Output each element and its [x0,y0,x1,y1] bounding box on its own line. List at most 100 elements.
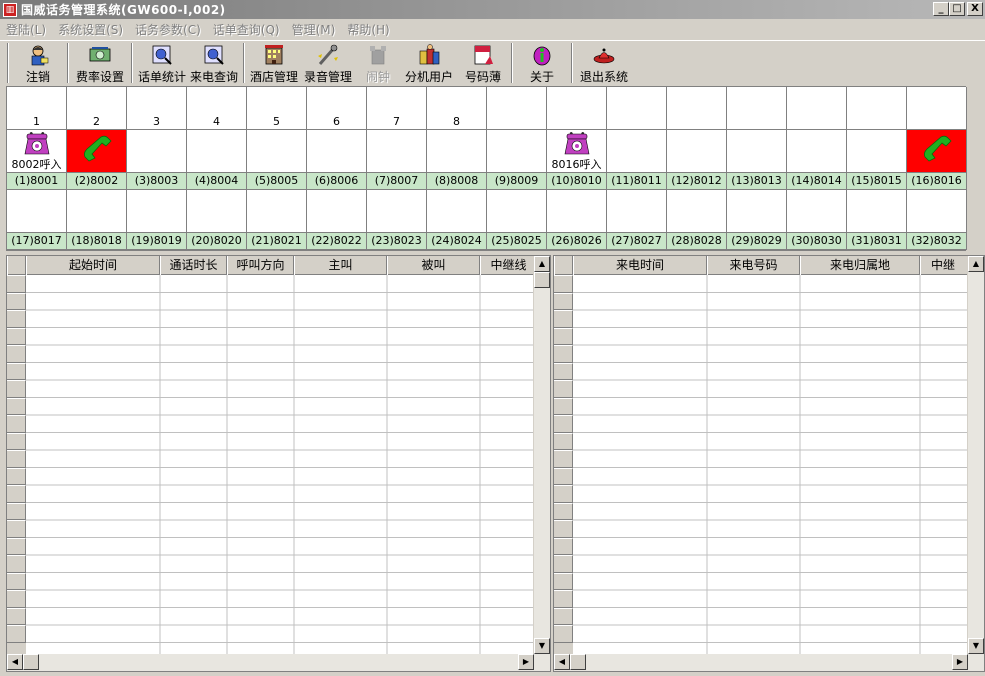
row-header[interactable] [554,362,573,380]
row-header[interactable] [7,537,26,555]
vertical-scrollbar[interactable]: ▲ ▼ [967,256,984,654]
extension-cell[interactable]: (22)8022 [307,190,367,250]
alarm-button[interactable]: 闹钟 [356,41,400,85]
trunk-cell[interactable] [547,87,607,130]
menu-login[interactable]: 登陆(L) [0,21,52,38]
row-header[interactable] [554,625,573,643]
trunk-cell[interactable] [607,87,667,130]
hotel-manage-button[interactable]: 酒店管理 [248,41,300,85]
row-header[interactable] [554,380,573,398]
row-header[interactable] [7,275,26,293]
close-button[interactable]: X [967,2,983,16]
trunk-cell[interactable] [487,87,547,130]
extension-cell[interactable]: (19)8019 [127,190,187,250]
extension-cell[interactable]: (9)8009 [487,130,547,190]
trunk-cell[interactable] [907,87,967,130]
extension-cell[interactable]: (26)8026 [547,190,607,250]
extension-cell[interactable]: (23)8023 [367,190,427,250]
phonebook-button[interactable]: 号码薄 [458,41,508,85]
horizontal-scrollbar[interactable]: ◀ ▶ [554,654,984,671]
col-callee[interactable]: 被叫 [387,256,480,275]
extension-cell[interactable]: (7)8007 [367,130,427,190]
extension-cell[interactable]: 8002呼入 (1)8001 [7,130,67,190]
row-header[interactable] [554,555,573,573]
row-header[interactable] [7,625,26,643]
row-header[interactable] [7,415,26,433]
row-header[interactable] [7,292,26,310]
vertical-scrollbar[interactable]: ▲ ▼ [533,256,550,654]
row-header[interactable] [7,590,26,608]
col-start-time[interactable]: 起始时间 [26,256,160,275]
extension-cell[interactable]: (16)8016 [907,130,967,190]
row-header[interactable] [554,345,573,363]
about-button[interactable]: 关于 [516,41,568,85]
trunk-cell[interactable]: 5 [247,87,307,130]
row-header[interactable] [7,397,26,415]
row-header[interactable] [7,362,26,380]
extension-cell[interactable]: (17)8017 [7,190,67,250]
extension-cell[interactable]: (8)8008 [427,130,487,190]
row-header[interactable] [7,485,26,503]
col-duration[interactable]: 通话时长 [160,256,227,275]
col-incoming-time[interactable]: 来电时间 [573,256,707,275]
trunk-cell[interactable]: 4 [187,87,247,130]
row-header[interactable] [7,607,26,625]
col-caller[interactable]: 主叫 [294,256,387,275]
extension-cell[interactable]: 8016呼入 (10)8010 [547,130,607,190]
extension-cell[interactable]: (5)8005 [247,130,307,190]
extension-cell[interactable]: (18)8018 [67,190,127,250]
extension-cell[interactable]: (6)8006 [307,130,367,190]
bill-stats-button[interactable]: 话单统计 [136,41,188,85]
row-header[interactable] [554,292,573,310]
scroll-left-arrow-icon[interactable]: ◀ [7,654,23,670]
row-header[interactable] [554,327,573,345]
maximize-button[interactable]: □ [949,2,965,16]
menu-bill-query[interactable]: 话单查询(Q) [207,21,286,38]
trunk-cell[interactable]: 7 [367,87,427,130]
trunk-cell[interactable]: 3 [127,87,187,130]
extension-cell[interactable]: (29)8029 [727,190,787,250]
row-header[interactable] [554,520,573,538]
menu-traffic-params[interactable]: 话务参数(C) [129,21,207,38]
extension-cell[interactable]: (30)8030 [787,190,847,250]
row-header[interactable] [554,502,573,520]
row-header[interactable] [554,590,573,608]
col-incoming-number[interactable]: 来电号码 [707,256,800,275]
extension-cell[interactable]: (28)8028 [667,190,727,250]
scroll-thumb[interactable] [23,654,39,670]
row-header[interactable] [7,572,26,590]
trunk-cell[interactable] [727,87,787,130]
extension-cell[interactable]: (3)8003 [127,130,187,190]
row-header[interactable] [554,432,573,450]
menu-manage[interactable]: 管理(M) [286,21,342,38]
incoming-query-button[interactable]: 来电查询 [188,41,240,85]
row-header[interactable] [554,537,573,555]
row-header[interactable] [554,310,573,328]
extension-cell[interactable]: (4)8004 [187,130,247,190]
row-header[interactable] [7,327,26,345]
menu-help[interactable]: 帮助(H) [341,21,395,38]
col-direction[interactable]: 呼叫方向 [227,256,294,275]
scroll-right-arrow-icon[interactable]: ▶ [518,654,534,670]
trunk-cell[interactable] [787,87,847,130]
trunk-cell[interactable]: 2 [67,87,127,130]
col-trunk[interactable]: 中继线 [480,256,537,275]
row-header[interactable] [554,467,573,485]
extension-cell[interactable]: (31)8031 [847,190,907,250]
minimize-button[interactable]: _ [933,2,949,16]
trunk-cell[interactable]: 1 [7,87,67,130]
row-header[interactable] [7,310,26,328]
extension-cell[interactable]: (32)8032 [907,190,967,250]
recording-manage-button[interactable]: 录音管理 [300,41,356,85]
col-incoming-location[interactable]: 来电归属地 [800,256,920,275]
logout-button[interactable]: 注销 [12,41,64,85]
row-header[interactable] [554,415,573,433]
incoming-calls-table[interactable]: 来电时间 来电号码 来电归属地 中继 ▲ ▼ ◀ ▶ [553,255,985,672]
row-header[interactable] [7,380,26,398]
scroll-thumb[interactable] [570,654,586,670]
row-header[interactable] [554,450,573,468]
scroll-up-arrow-icon[interactable]: ▲ [534,256,550,272]
row-header[interactable] [7,520,26,538]
extension-users-button[interactable]: 分机用户 [400,41,458,85]
row-header[interactable] [7,467,26,485]
